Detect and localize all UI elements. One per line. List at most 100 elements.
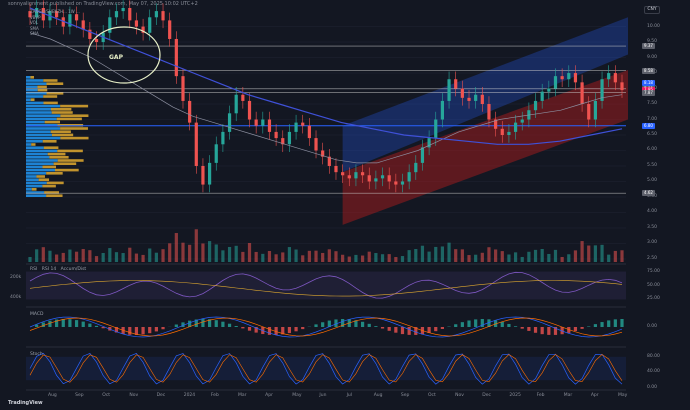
macd-histogram-bar	[474, 319, 478, 327]
macd-histogram-bar	[613, 319, 617, 327]
vbvp-bar-up	[26, 181, 47, 185]
macd-histogram-bar	[321, 322, 325, 327]
volume-bar	[35, 249, 39, 262]
vbvp-bar-up	[26, 156, 50, 159]
vbvp-bar-down	[53, 162, 77, 165]
volume-bar	[74, 251, 79, 262]
volume-bar	[427, 251, 431, 262]
macd-histogram-bar	[141, 327, 145, 335]
time-axis-tick: Jun	[319, 393, 327, 398]
vbvp-bar-down	[57, 149, 83, 153]
volume-bar	[41, 247, 45, 262]
vbvp-bar-up	[26, 79, 44, 82]
vbvp-bar-up	[26, 162, 54, 165]
vbvp-bar-down	[57, 159, 84, 162]
macd-histogram-bar	[547, 327, 551, 335]
macd-histogram-bar	[573, 327, 578, 332]
candle-body	[553, 76, 558, 89]
volume-bar	[560, 256, 564, 262]
macd-histogram-bar	[607, 320, 611, 327]
volume-bar	[513, 252, 518, 262]
vbvp-bar-up	[26, 130, 51, 133]
volume-bar	[367, 251, 371, 262]
macd-histogram-bar	[314, 324, 318, 327]
vbvp-bar-up	[26, 85, 38, 89]
candle-body	[567, 73, 571, 80]
candle-body	[334, 165, 338, 173]
time-axis-tick: 2025	[509, 393, 521, 398]
candle-body	[547, 88, 551, 92]
candle-body	[540, 91, 544, 101]
volume-bar	[174, 233, 178, 262]
candle-body	[407, 172, 411, 182]
candle-body	[513, 122, 518, 132]
chart-canvas[interactable]	[0, 0, 690, 410]
vbvp-bar-up	[26, 111, 52, 114]
macd-histogram-bar	[540, 327, 544, 335]
volume-bar	[394, 256, 398, 262]
tradingview-logo[interactable]: TradingView	[8, 400, 43, 406]
rsi-axis-tick: 25.00	[647, 296, 660, 302]
time-axis-tick: Mar	[563, 393, 573, 398]
candle-body	[507, 131, 511, 135]
volume-bar	[234, 245, 238, 262]
macd-histogram-bar	[460, 322, 464, 327]
volume-bar	[567, 254, 571, 262]
volume-bar	[154, 252, 158, 262]
vbvp-bar-up	[26, 101, 44, 105]
volume-bar	[168, 243, 172, 262]
volume-bar	[321, 252, 325, 262]
volume-bar	[547, 253, 551, 262]
stoch-band	[26, 356, 626, 381]
volume-bar	[613, 250, 617, 262]
macd-histogram-bar	[294, 327, 298, 332]
vbvp-bar-down	[60, 136, 89, 140]
price-axis-tick: 3.50	[647, 224, 658, 230]
chart-legend: ZANGLI/SHENZH... 1W ... VBVP VOL SMA SMA	[30, 9, 80, 37]
macd-histogram-bar	[221, 321, 225, 327]
vbvp-bar-down	[60, 127, 88, 130]
volume-bar	[387, 254, 391, 262]
macd-histogram-bar	[593, 324, 597, 327]
time-axis-tick: May	[292, 393, 302, 398]
candle-body	[420, 147, 425, 163]
candle-body	[533, 100, 538, 111]
volume-bar	[434, 246, 438, 262]
rsi-axis-tick: 75.00	[647, 268, 660, 274]
volume-bar	[247, 243, 252, 262]
volume-bar	[327, 249, 331, 262]
vbvp-bar-up	[26, 168, 55, 172]
vbvp-bar-down	[31, 188, 37, 191]
volume-bar	[553, 249, 558, 262]
currency-button[interactable]: CNY	[644, 6, 660, 14]
macd-histogram-bar	[360, 321, 365, 327]
volume-bar	[420, 245, 425, 262]
price-label: 6.80	[642, 122, 655, 129]
macd-histogram-bar	[201, 319, 205, 327]
candle-body	[474, 94, 478, 101]
candle-body	[108, 17, 112, 33]
candle-body	[194, 122, 198, 166]
volume-bar	[360, 255, 365, 262]
vbvp-bar-up	[26, 172, 47, 175]
signal-line	[29, 317, 623, 337]
macd-histogram-bar	[600, 322, 604, 327]
candle-body	[247, 100, 252, 120]
macd-histogram-bar	[301, 327, 305, 330]
volume-bar	[227, 246, 232, 262]
vbvp-bar-down	[31, 143, 36, 146]
volume-bar	[500, 251, 504, 262]
volume-bar	[55, 254, 59, 262]
macd-histogram-bar	[214, 320, 218, 327]
candle-body	[387, 175, 391, 182]
candle-body	[174, 38, 178, 77]
macd-histogram-bar	[128, 327, 132, 335]
macd-histogram-bar	[500, 321, 504, 327]
candle-body	[434, 119, 438, 139]
candle-body	[620, 82, 624, 91]
macd-histogram-bar	[533, 327, 538, 333]
macd-histogram-bar	[434, 327, 438, 332]
vbvp-bar-up	[26, 108, 51, 111]
price-axis-tick: 7.50	[647, 101, 658, 107]
volume-bar	[307, 250, 311, 262]
